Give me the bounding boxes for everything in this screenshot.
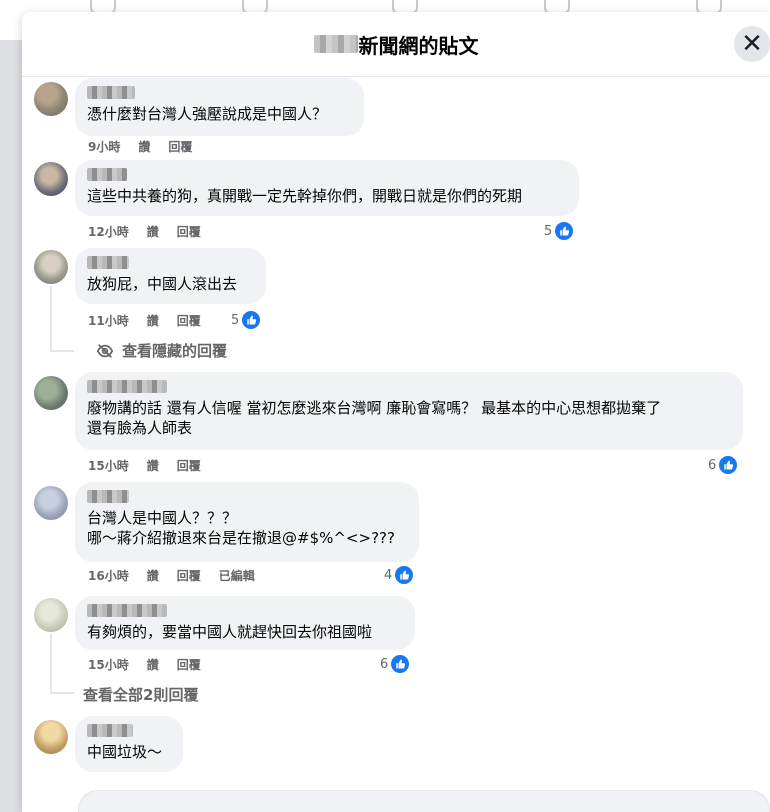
commenter-name[interactable] bbox=[87, 490, 129, 503]
comment-time[interactable]: 11小時 bbox=[88, 312, 129, 329]
like-icon bbox=[390, 654, 411, 674]
commenter-name[interactable] bbox=[87, 604, 167, 617]
view-hidden-replies[interactable]: 查看隱藏的回覆 bbox=[96, 340, 227, 361]
comment-bubble: 台灣人是中國人？？？ 哪～蔣介紹撤退來台是在撤退@#$%^<>??? bbox=[75, 482, 419, 562]
comment-meta: 15小時 讚 回覆 bbox=[88, 457, 219, 474]
reply-button[interactable]: 回覆 bbox=[177, 223, 201, 240]
like-count: 6 bbox=[380, 656, 389, 672]
like-count: 5 bbox=[231, 312, 240, 328]
comment-text: 這些中共養的狗，真開戰一定先幹掉你們，開戰日就是你們的死期 bbox=[87, 187, 523, 205]
commenter-name[interactable] bbox=[87, 380, 167, 393]
reaction-count[interactable]: 4 bbox=[384, 565, 415, 585]
avatar[interactable] bbox=[34, 250, 68, 284]
comment-bubble: 廢物講的話 還有人信喔 當初怎麼逃來台灣啊 廉恥會寫嗎？ 最基本的中心思想都拋棄… bbox=[75, 372, 743, 450]
comment-meta: 16小時 讚 回覆 已編輯 bbox=[88, 567, 273, 584]
avatar[interactable] bbox=[34, 598, 68, 632]
commenter-name[interactable] bbox=[87, 86, 135, 99]
comment-meta: 9小時 讚 回覆 bbox=[88, 138, 210, 155]
commenter-name[interactable] bbox=[87, 724, 133, 737]
reaction-count[interactable]: 6 bbox=[708, 455, 739, 475]
reaction-count[interactable]: 5 bbox=[544, 221, 575, 241]
like-button[interactable]: 讚 bbox=[138, 138, 150, 155]
reply-button[interactable]: 回覆 bbox=[177, 457, 201, 474]
comment-text: 放狗屁，中國人滾出去 bbox=[87, 275, 238, 293]
like-icon bbox=[394, 565, 415, 585]
like-button[interactable]: 讚 bbox=[147, 223, 159, 240]
avatar[interactable] bbox=[34, 720, 68, 754]
reply-button[interactable]: 回覆 bbox=[177, 567, 201, 584]
like-button[interactable]: 讚 bbox=[147, 656, 159, 673]
view-all-replies[interactable]: 查看全部2則回覆 bbox=[83, 684, 198, 705]
comment-text: 廢物講的話 還有人信喔 當初怎麼逃來台灣啊 廉恥會寫嗎？ 最基本的中心思想都拋棄… bbox=[87, 399, 662, 437]
avatar[interactable] bbox=[34, 376, 68, 410]
comment-bubble: 這些中共養的狗，真開戰一定先幹掉你們，開戰日就是你們的死期 bbox=[75, 160, 579, 216]
thread-line bbox=[50, 634, 52, 694]
avatar[interactable] bbox=[34, 162, 68, 196]
comment-text: 中國垃圾～ bbox=[87, 743, 163, 761]
close-icon: ✕ bbox=[741, 29, 763, 59]
like-count: 6 bbox=[708, 457, 717, 473]
modal-title: 新聞網的貼文 bbox=[358, 33, 479, 58]
reaction-count[interactable]: 6 bbox=[380, 654, 411, 674]
edited-label[interactable]: 已編輯 bbox=[219, 567, 255, 584]
avatar[interactable] bbox=[34, 486, 68, 520]
like-button[interactable]: 讚 bbox=[147, 457, 159, 474]
like-icon bbox=[718, 455, 739, 475]
avatar[interactable] bbox=[34, 82, 68, 116]
hidden-replies-label: 查看隱藏的回覆 bbox=[122, 342, 228, 360]
thread-connector bbox=[52, 692, 74, 694]
comment-input[interactable] bbox=[78, 790, 770, 812]
like-button[interactable]: 讚 bbox=[147, 312, 159, 329]
like-count: 4 bbox=[384, 567, 393, 583]
comment-text: 有夠煩的，要當中國人就趕快回去你祖國啦 bbox=[87, 623, 373, 641]
comment-bubble: 憑什麼對台灣人強壓說成是中國人？ bbox=[75, 78, 364, 136]
like-icon bbox=[241, 310, 262, 330]
thread-line bbox=[50, 286, 52, 352]
comment-bubble: 有夠煩的，要當中國人就趕快回去你祖國啦 bbox=[75, 596, 415, 650]
blurred-page-name bbox=[313, 35, 358, 53]
modal-header: 新聞網的貼文 ✕ bbox=[22, 12, 770, 77]
comment-time[interactable]: 12小時 bbox=[88, 223, 129, 240]
reply-button[interactable]: 回覆 bbox=[177, 656, 201, 673]
comment-time[interactable]: 15小時 bbox=[88, 457, 129, 474]
commenter-name[interactable] bbox=[87, 256, 129, 269]
reaction-count[interactable]: 5 bbox=[231, 310, 262, 330]
comment-bubble: 放狗屁，中國人滾出去 bbox=[75, 248, 266, 304]
like-icon bbox=[554, 221, 575, 241]
comment-time[interactable]: 16小時 bbox=[88, 567, 129, 584]
commenter-name[interactable] bbox=[87, 168, 127, 181]
reply-button[interactable]: 回覆 bbox=[177, 312, 201, 329]
close-button[interactable]: ✕ bbox=[734, 26, 770, 62]
comment-meta: 15小時 讚 回覆 bbox=[88, 656, 219, 673]
comment-meta: 12小時 讚 回覆 bbox=[88, 223, 219, 240]
comment-time[interactable]: 15小時 bbox=[88, 656, 129, 673]
comment-meta: 11小時 讚 回覆 bbox=[88, 312, 219, 329]
thread-connector bbox=[52, 350, 74, 352]
reply-button[interactable]: 回覆 bbox=[168, 138, 192, 155]
post-modal: 新聞網的貼文 ✕ 憑什麼對台灣人強壓說成是中國人？ 9小時 讚 回覆 這些中共養… bbox=[22, 12, 770, 812]
comment-bubble: 中國垃圾～ bbox=[75, 716, 183, 772]
like-button[interactable]: 讚 bbox=[147, 567, 159, 584]
comment-text: 憑什麼對台灣人強壓說成是中國人？ bbox=[87, 105, 328, 123]
eye-slash-icon bbox=[96, 343, 114, 358]
like-count: 5 bbox=[544, 223, 553, 239]
comment-text: 台灣人是中國人？？？ 哪～蔣介紹撤退來台是在撤退@#$%^<>??? bbox=[87, 509, 395, 547]
comment-time[interactable]: 9小時 bbox=[88, 138, 120, 155]
